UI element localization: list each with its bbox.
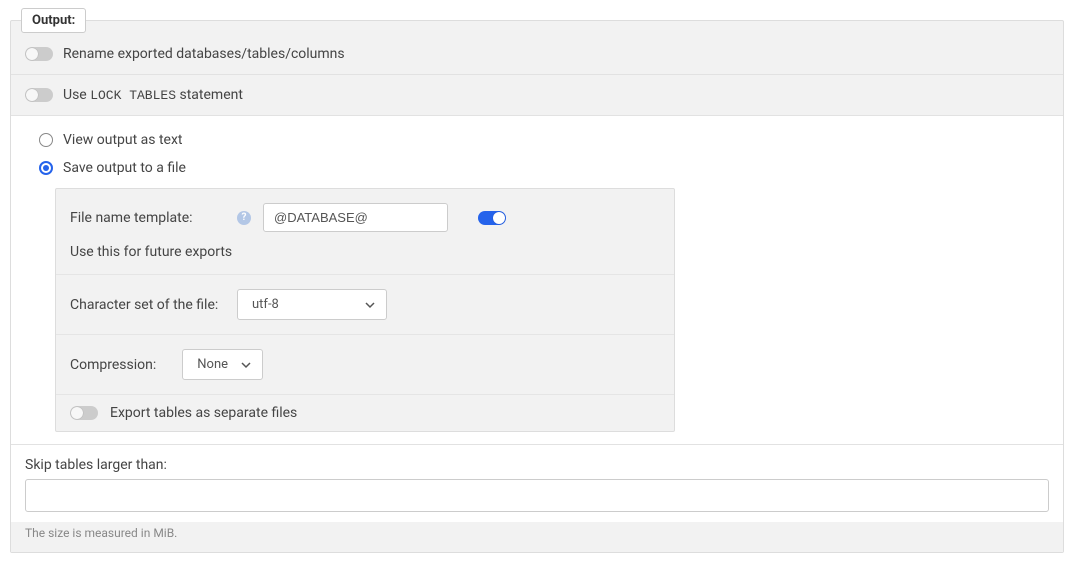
label-lock-tables: Use LOCK TABLES statement <box>63 87 243 103</box>
label-save-to-file: Save output to a file <box>63 160 186 176</box>
input-skip-tables[interactable] <box>25 479 1049 512</box>
panel-legend: Output: <box>21 8 86 33</box>
label-compression: Compression: <box>70 357 156 373</box>
row-export-separate: Export tables as separate files <box>56 395 674 431</box>
hint-skip-tables: The size is measured in MiB. <box>11 522 1063 552</box>
label-export-separate: Export tables as separate files <box>110 405 297 421</box>
label-future-exports: Use this for future exports <box>70 244 232 260</box>
label-charset: Character set of the file: <box>70 297 225 313</box>
select-charset-value: utf-8 <box>252 297 279 312</box>
select-charset[interactable]: utf-8 <box>237 289 387 320</box>
output-panel: Output: Rename exported databases/tables… <box>10 20 1064 553</box>
toggle-future-exports[interactable] <box>478 211 506 225</box>
file-settings-panel: File name template: ? Use this for futur… <box>55 188 675 432</box>
row-charset: Character set of the file: utf-8 <box>56 275 674 335</box>
row-lock-tables: Use LOCK TABLES statement <box>11 75 1063 116</box>
select-compression[interactable]: None <box>182 349 263 380</box>
input-file-template[interactable] <box>263 203 448 232</box>
radio-view-as-text[interactable] <box>39 133 53 147</box>
label-skip-tables: Skip tables larger than: <box>25 457 1049 473</box>
radio-save-to-file[interactable] <box>39 161 53 175</box>
select-compression-value: None <box>197 357 228 372</box>
row-rename-exported: Rename exported databases/tables/columns <box>11 21 1063 75</box>
output-mode-block: View output as text Save output to a fil… <box>11 116 1063 445</box>
lock-tables-code: LOCK TABLES <box>90 88 176 103</box>
row-file-template: File name template: ? Use this for futur… <box>56 189 674 275</box>
row-save-to-file: Save output to a file <box>25 154 1049 182</box>
label-view-as-text: View output as text <box>63 132 183 148</box>
row-view-as-text: View output as text <box>25 126 1049 154</box>
help-icon[interactable]: ? <box>237 211 251 225</box>
label-file-template: File name template: <box>70 210 225 226</box>
chevron-down-icon <box>240 359 252 371</box>
label-rename-exported: Rename exported databases/tables/columns <box>63 46 345 62</box>
toggle-export-separate[interactable] <box>70 406 98 420</box>
row-skip-tables: Skip tables larger than: <box>11 445 1063 522</box>
toggle-lock-tables[interactable] <box>25 88 53 102</box>
chevron-down-icon <box>364 299 376 311</box>
row-compression: Compression: None <box>56 335 674 395</box>
toggle-rename-exported[interactable] <box>25 47 53 61</box>
